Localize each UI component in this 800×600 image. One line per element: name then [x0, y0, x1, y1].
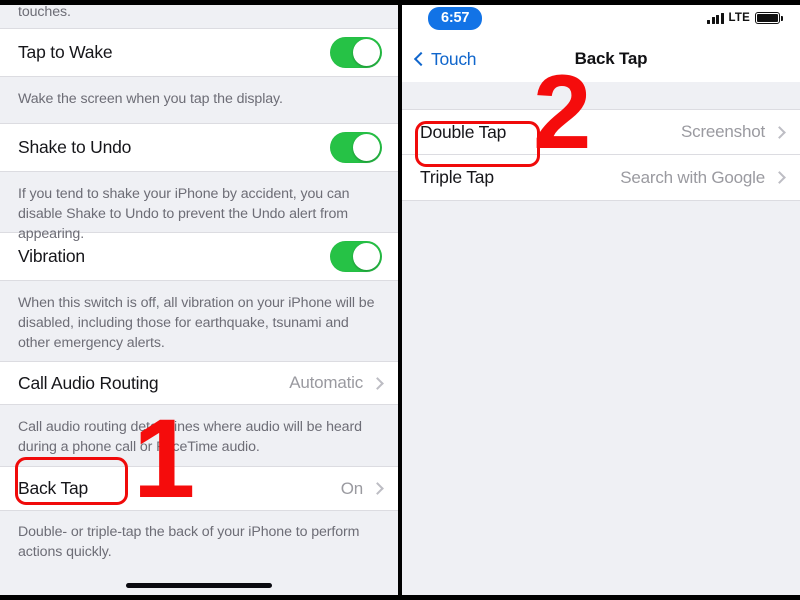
- row-value-triple-tap: Search with Google: [620, 167, 765, 187]
- row-back-tap[interactable]: Back Tap On: [0, 466, 398, 511]
- toggle-knob: [353, 243, 380, 270]
- chevron-right-icon: [773, 125, 786, 139]
- row-label-tap-to-wake: Tap to Wake: [18, 42, 113, 62]
- row-value-double-tap: Screenshot: [681, 122, 765, 141]
- row-value-back-tap: On: [340, 478, 363, 498]
- description-tap-to-wake: Wake the screen when you tap the display…: [0, 77, 398, 123]
- row-double-tap[interactable]: Double Tap Screenshot: [402, 109, 800, 155]
- toggle-tap-to-wake[interactable]: [330, 37, 382, 68]
- toggle-knob: [353, 39, 380, 66]
- back-button-label: Touch: [431, 48, 477, 69]
- chevron-left-icon: [413, 51, 429, 67]
- section-gap: [402, 82, 800, 109]
- row-label-call-audio-routing: Call Audio Routing: [18, 372, 159, 393]
- nav-bar: Touch Back Tap: [402, 36, 800, 82]
- frame-edge-top: [0, 0, 800, 5]
- row-label-back-tap: Back Tap: [18, 478, 89, 498]
- toggle-vibration[interactable]: [330, 241, 382, 272]
- battery-full-icon: [755, 12, 783, 24]
- status-bar-time-pill: 6:57: [428, 6, 483, 30]
- row-right-call-audio-routing: Automatic: [289, 373, 384, 393]
- row-label-vibration: Vibration: [18, 246, 85, 266]
- chevron-right-icon: [371, 376, 384, 390]
- status-bar-indicators: LTE: [707, 12, 783, 24]
- row-label-shake-to-undo: Shake to Undo: [18, 137, 132, 157]
- screenshot-stage: touches. Tap to Wake Wake the screen whe…: [0, 0, 800, 600]
- description-call-audio-routing: Call audio routing determines where audi…: [0, 405, 398, 466]
- right-phone-screen: 6:57 LTE Touch Back Tap Double Tap Scree…: [402, 0, 800, 600]
- row-label-triple-tap: Triple Tap: [420, 167, 494, 187]
- chevron-right-icon: [773, 171, 786, 184]
- signal-bars-icon: [707, 12, 724, 24]
- left-phone-screen: touches. Tap to Wake Wake the screen whe…: [0, 0, 398, 600]
- description-back-tap: Double- or triple-tap the back of your i…: [0, 511, 398, 575]
- row-value-call-audio-routing: Automatic: [289, 373, 363, 392]
- frame-edge-bottom: [0, 595, 800, 600]
- description-shake-to-undo: If you tend to shake your iPhone by acci…: [0, 172, 398, 242]
- row-call-audio-routing[interactable]: Call Audio Routing Automatic: [0, 361, 398, 405]
- row-right-double-tap: Screenshot: [681, 122, 786, 142]
- toggle-knob: [353, 134, 380, 161]
- status-bar: 6:57 LTE: [402, 0, 800, 36]
- row-tap-to-wake[interactable]: Tap to Wake: [0, 28, 398, 77]
- row-right-triple-tap: Search with Google: [620, 167, 786, 188]
- row-right-back-tap: On: [340, 478, 384, 499]
- description-vibration: When this switch is off, all vibration o…: [0, 281, 398, 361]
- row-shake-to-undo[interactable]: Shake to Undo: [0, 123, 398, 172]
- toggle-shake-to-undo[interactable]: [330, 132, 382, 163]
- back-button[interactable]: Touch: [413, 48, 477, 70]
- row-triple-tap[interactable]: Triple Tap Search with Google: [402, 155, 800, 201]
- row-label-double-tap: Double Tap: [420, 121, 507, 142]
- home-indicator[interactable]: [126, 582, 272, 588]
- chevron-right-icon: [371, 482, 384, 495]
- carrier-tech-label: LTE: [728, 12, 750, 24]
